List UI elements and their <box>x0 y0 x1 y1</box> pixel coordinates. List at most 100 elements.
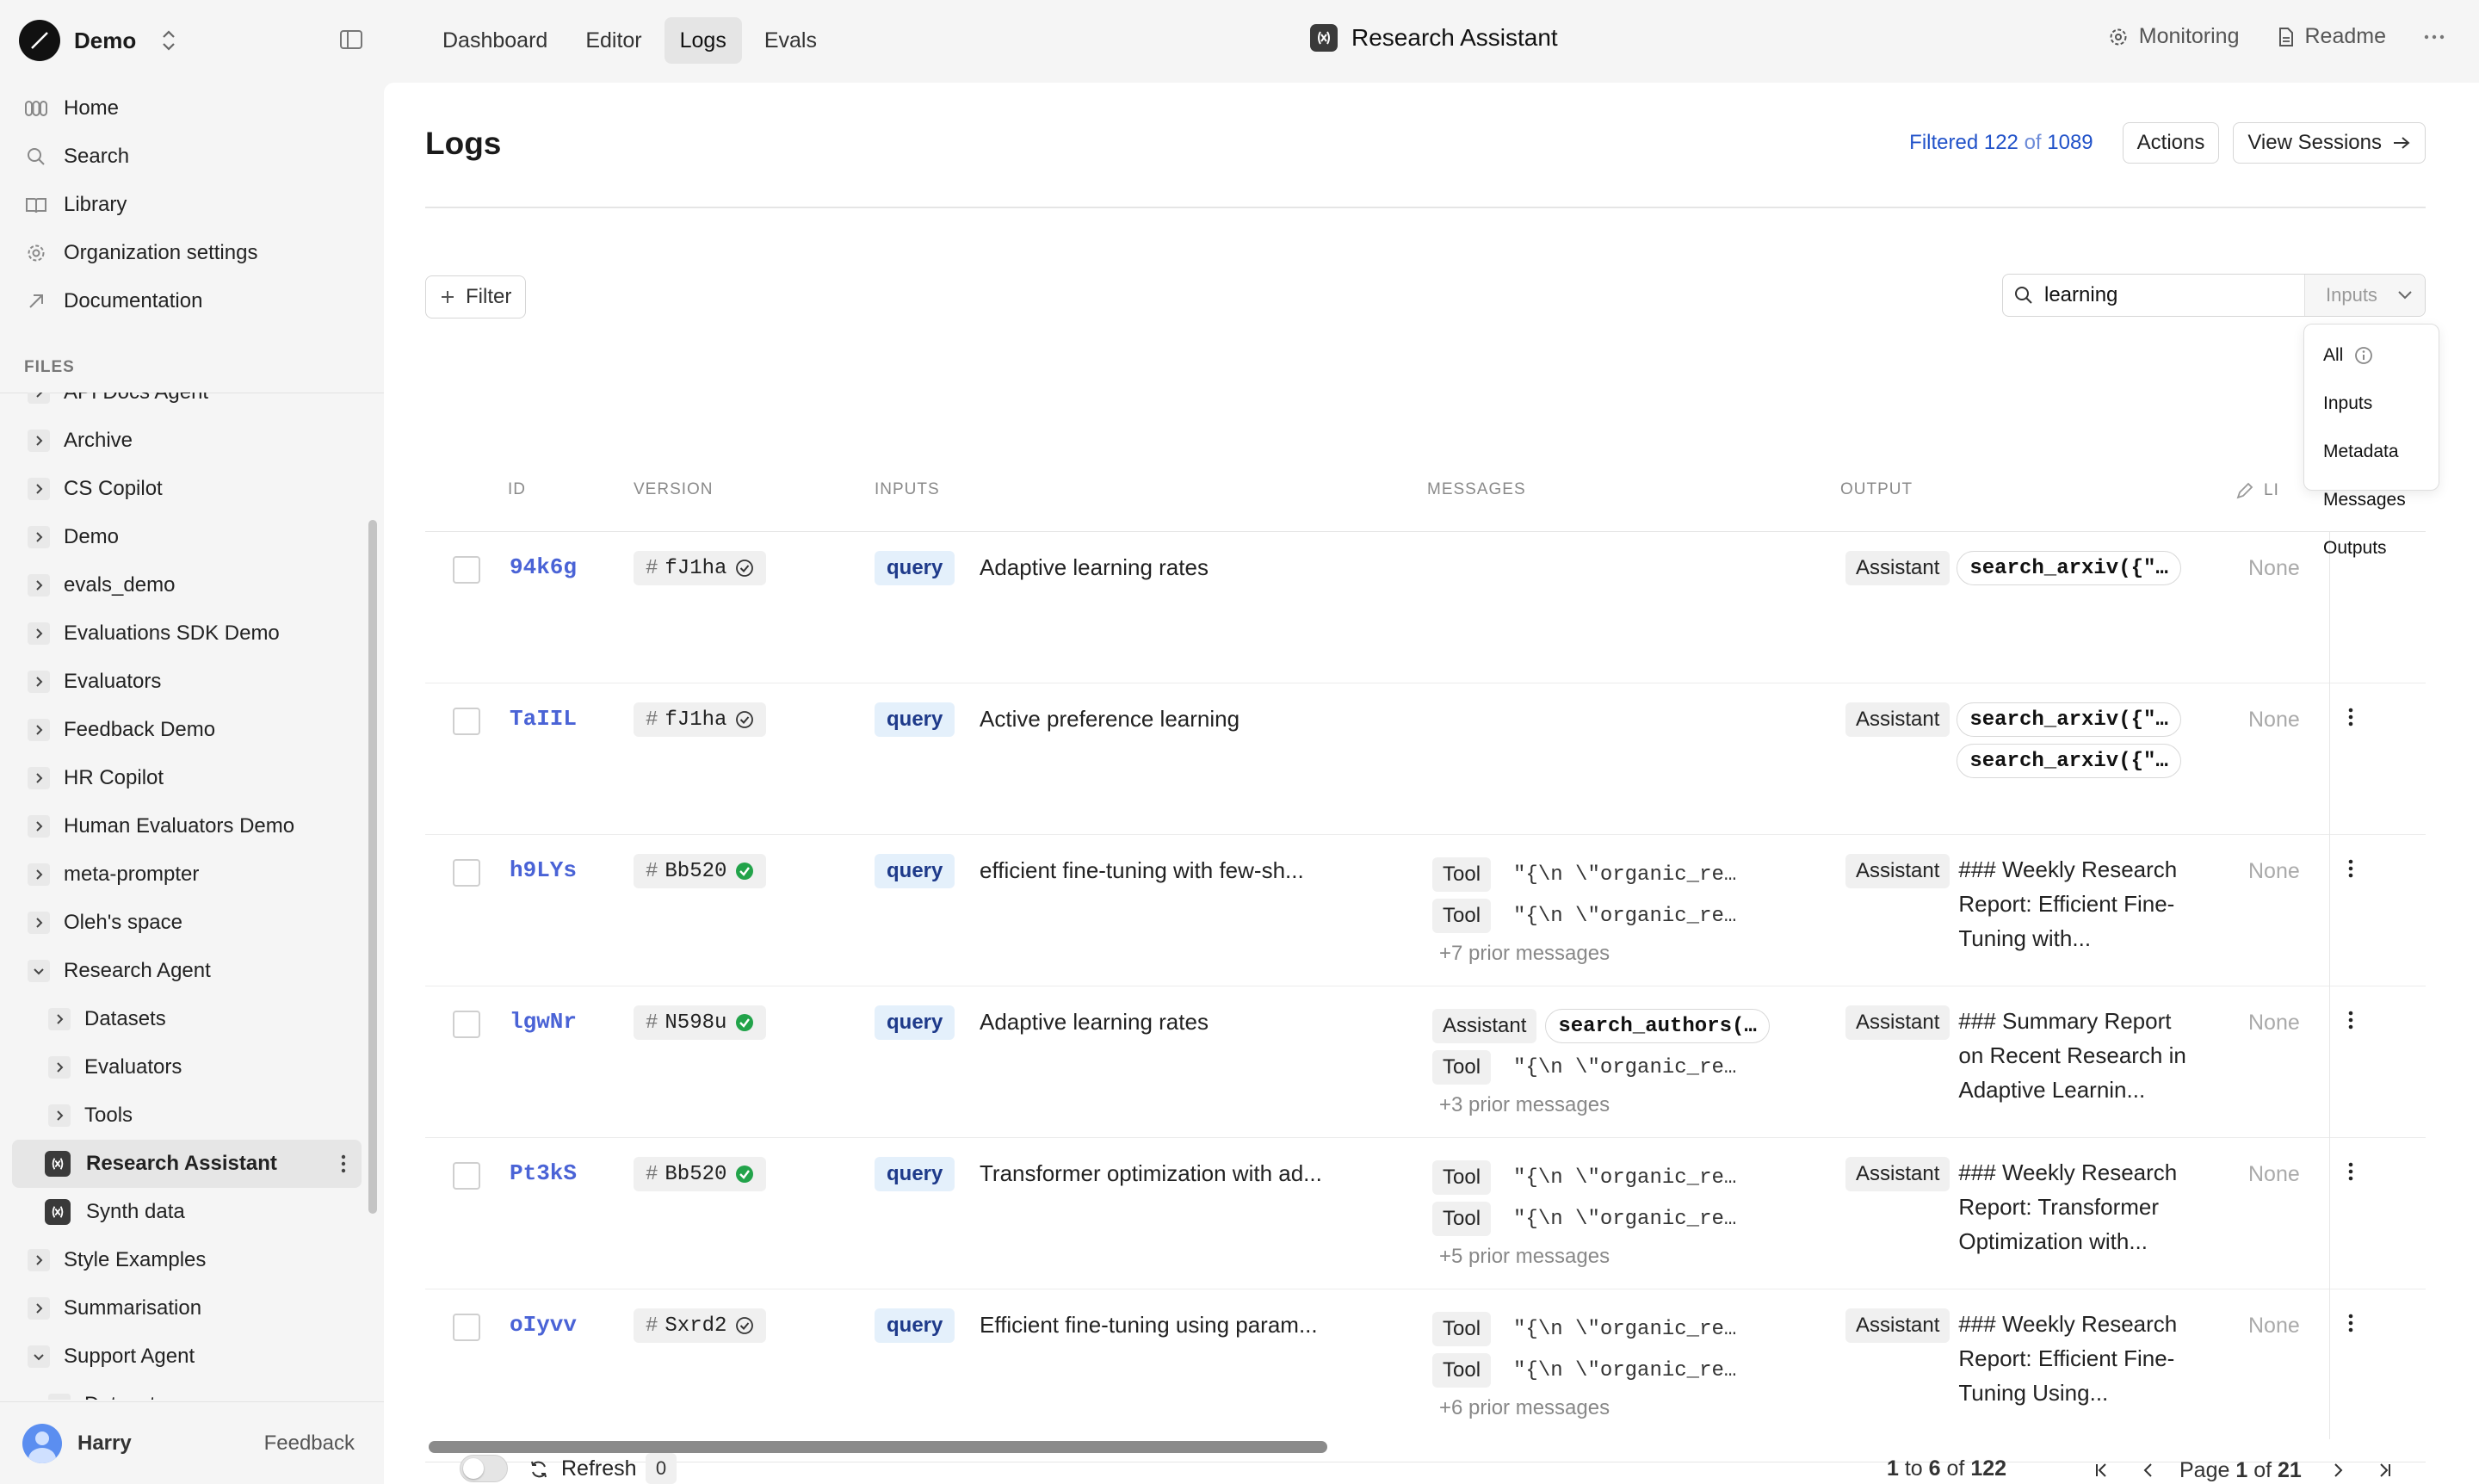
tree-item[interactable]: Evaluators <box>0 658 362 706</box>
chevron-right-icon[interactable] <box>28 574 50 597</box>
messages-cell[interactable]: Tool "{\n \"organic_re… Tool "{\n \"organic… <box>1432 854 1794 966</box>
monitoring-button[interactable]: Monitoring <box>2108 24 2240 49</box>
messages-cell[interactable]: Tool "{\n \"organic_re… Tool "{\n \"organic… <box>1432 1157 1794 1269</box>
chevron-right-icon[interactable] <box>28 912 50 934</box>
nav-search[interactable]: Search <box>12 133 374 181</box>
tab-editor[interactable]: Editor <box>570 17 657 64</box>
tree-item[interactable]: evals_demo <box>0 561 362 609</box>
tree-item[interactable]: Datasets <box>0 1381 362 1400</box>
chevron-right-icon[interactable] <box>28 622 50 645</box>
column-header-output[interactable]: OUTPUT <box>1840 480 1913 499</box>
output-cell[interactable]: Assistant ### Summary Report on Recent Re… <box>1845 1005 2207 1107</box>
chevron-down-icon[interactable] <box>28 1345 50 1368</box>
column-header-version[interactable]: VERSION <box>634 480 714 499</box>
actions-button[interactable]: Actions <box>2122 122 2220 164</box>
version-badge[interactable]: # fJ1ha <box>634 551 767 585</box>
log-id-link[interactable]: oIyvv <box>510 1312 577 1338</box>
chevron-right-icon[interactable] <box>48 1394 71 1400</box>
column-header-messages[interactable]: MESSAGES <box>1427 480 1526 499</box>
version-badge[interactable]: # Bb520 <box>634 854 767 888</box>
chevron-right-icon[interactable] <box>28 719 50 741</box>
scope-option-messages[interactable]: Messages <box>2304 476 2439 524</box>
table-row[interactable]: Pt3kS # Bb520 query Transformer optimization… <box>425 1138 2426 1289</box>
tree-item[interactable]: HR Copilot <box>0 754 362 802</box>
more-vertical-icon[interactable] <box>2348 708 2353 727</box>
version-badge[interactable]: # fJ1ha <box>634 702 767 737</box>
more-vertical-icon[interactable] <box>2348 1011 2353 1030</box>
row-checkbox[interactable] <box>453 708 480 735</box>
readme-button[interactable]: Readme <box>2278 24 2386 49</box>
workspace-switcher[interactable]: Demo <box>19 19 177 62</box>
row-checkbox[interactable] <box>453 1162 480 1190</box>
previous-page-icon[interactable] <box>2131 1453 2166 1484</box>
row-checkbox[interactable] <box>453 556 480 584</box>
chevron-right-icon[interactable] <box>28 863 50 886</box>
tree-item[interactable]: meta-prompter <box>0 850 362 899</box>
messages-cell[interactable]: Assistant search_authors(… Tool "{\n \"orga… <box>1432 1005 1794 1117</box>
chevron-right-icon[interactable] <box>48 1008 71 1030</box>
tree-item[interactable]: Oleh's space <box>0 899 362 947</box>
tree-item[interactable]: Support Agent <box>0 1333 362 1381</box>
more-vertical-icon[interactable] <box>341 1154 346 1173</box>
output-cell[interactable]: Assistant ### Weekly Research Report: Eff… <box>1845 1308 2207 1410</box>
output-cell[interactable]: Assistant ### Weekly Research Report: Tra… <box>1845 1157 2207 1258</box>
add-filter-button[interactable]: Filter <box>425 275 527 318</box>
version-badge[interactable]: # Sxrd2 <box>634 1308 767 1343</box>
last-page-icon[interactable] <box>2367 1453 2402 1484</box>
more-vertical-icon[interactable] <box>2348 1314 2353 1333</box>
scope-option-all[interactable]: All <box>2304 331 2439 380</box>
log-id-link[interactable]: 94k6g <box>510 554 577 580</box>
table-row[interactable]: h9LYs # Bb520 query efficient fine-tuning wi… <box>425 835 2426 986</box>
sidebar-toggle-icon[interactable] <box>339 29 363 50</box>
tree-item[interactable]: CS Copilot <box>0 465 362 513</box>
tree-item[interactable]: API Docs Agent <box>0 393 362 417</box>
scope-option-outputs[interactable]: Outputs <box>2304 524 2439 572</box>
chevron-right-icon[interactable] <box>28 1297 50 1320</box>
tab-dashboard[interactable]: Dashboard <box>427 17 563 64</box>
chevron-right-icon[interactable] <box>28 393 50 404</box>
tree-item[interactable]: Evaluations SDK Demo <box>0 609 362 658</box>
tree-item[interactable]: Synth data <box>0 1188 362 1236</box>
chevron-right-icon[interactable] <box>28 671 50 693</box>
chevron-right-icon[interactable] <box>48 1056 71 1079</box>
row-checkbox[interactable] <box>453 1011 480 1038</box>
column-header-inputs[interactable]: INPUTS <box>875 480 940 499</box>
chevron-right-icon[interactable] <box>28 430 50 452</box>
sidebar-scrollbar[interactable] <box>368 520 377 1214</box>
tab-evals[interactable]: Evals <box>749 17 832 64</box>
log-id-link[interactable]: Pt3kS <box>510 1160 577 1186</box>
nav-documentation[interactable]: Documentation <box>12 277 374 325</box>
table-row[interactable]: lgwNr # N598u query Adaptive learning rates A… <box>425 986 2426 1138</box>
version-badge[interactable]: # N598u <box>634 1005 767 1040</box>
scope-option-inputs[interactable]: Inputs <box>2304 380 2439 428</box>
log-id-link[interactable]: TaIIL <box>510 706 577 732</box>
log-id-link[interactable]: lgwNr <box>510 1009 577 1035</box>
output-cell[interactable]: Assistant search_arxiv({"… search_arxiv({"… <box>1845 702 2207 785</box>
first-page-icon[interactable] <box>2085 1453 2119 1484</box>
row-checkbox[interactable] <box>453 859 480 887</box>
output-cell[interactable]: Assistant ### Weekly Research Report: Eff… <box>1845 854 2207 955</box>
next-page-icon[interactable] <box>2321 1453 2355 1484</box>
column-header-id[interactable]: ID <box>508 480 526 499</box>
table-row[interactable]: 94k6g # fJ1ha query Adaptive learning rates A… <box>425 532 2426 683</box>
tree-item[interactable]: Datasets <box>0 995 362 1043</box>
tree-item[interactable]: Archive <box>0 417 362 465</box>
user-menu[interactable]: Harry Feedback <box>0 1401 384 1484</box>
tree-item[interactable]: Tools <box>0 1091 362 1140</box>
nav-library[interactable]: Library <box>12 181 374 229</box>
chevron-right-icon[interactable] <box>28 815 50 838</box>
version-badge[interactable]: # Bb520 <box>634 1157 767 1191</box>
chevron-right-icon[interactable] <box>48 1104 71 1127</box>
tree-item[interactable]: Research Assistant <box>12 1140 362 1188</box>
row-checkbox[interactable] <box>453 1314 480 1341</box>
more-options-icon[interactable] <box>2424 34 2445 40</box>
messages-cell[interactable]: Tool "{\n \"organic_re… Tool "{\n \"organic… <box>1432 1308 1794 1420</box>
tree-item[interactable]: Research Agent <box>0 947 362 995</box>
tab-logs[interactable]: Logs <box>664 17 742 64</box>
refresh-button[interactable]: Refresh <box>529 1456 637 1481</box>
chevron-right-icon[interactable] <box>28 526 50 548</box>
tree-item[interactable]: Demo <box>0 513 362 561</box>
tree-item[interactable]: Human Evaluators Demo <box>0 802 362 850</box>
table-row[interactable]: TaIIL # fJ1ha query Active preference learni… <box>425 683 2426 835</box>
tree-item[interactable]: Summarisation <box>0 1284 362 1333</box>
